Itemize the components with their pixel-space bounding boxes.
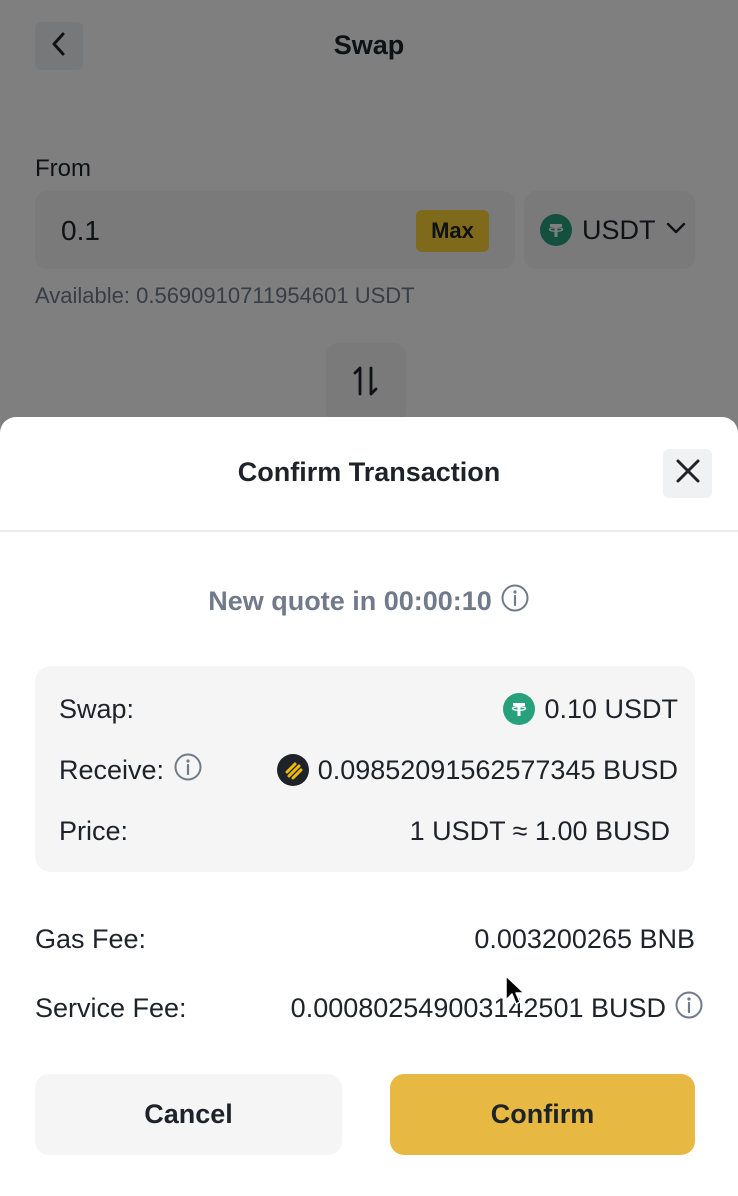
price-value: 1 USDT ≈ 1.00 BUSD [409,815,670,846]
mouse-cursor-icon [504,974,526,1011]
busd-icon [276,754,309,786]
confirm-button[interactable]: Confirm [390,1074,695,1155]
gas-fee-row: Gas Fee: 0.003200265 BNB [35,921,695,957]
divider [0,530,738,532]
info-icon[interactable] [500,583,530,620]
service-fee-label: Service Fee: [35,992,187,1023]
quote-timer: New quote in 00:00:10 [0,583,738,620]
sheet-title: Confirm Transaction [237,457,501,487]
swap-row: Swap: 0.10 USDT [59,691,678,727]
swap-label: Swap: [59,693,135,724]
price-label: Price: [59,815,129,846]
receive-label: Receive: [59,754,165,785]
cancel-button[interactable]: Cancel [35,1074,342,1155]
gas-fee-value: 0.003200265 BNB [474,923,695,954]
price-row: Price: 1 USDT ≈ 1.00 BUSD [59,813,670,849]
summary-card: Swap: 0.10 USDT Receive: 0.0985209156257… [35,666,695,872]
close-icon [675,458,701,489]
service-fee-value: 0.000802549003142501 BUSD [290,992,666,1023]
usdt-icon [503,693,536,725]
receive-row: Receive: 0.09852091562577345 BUSD [59,752,678,788]
receive-value: 0.09852091562577345 BUSD [317,754,678,785]
gas-fee-label: Gas Fee: [35,923,147,954]
info-icon[interactable] [173,752,203,789]
swap-value: 0.10 USDT [544,693,678,724]
info-icon[interactable] [674,990,704,1027]
close-button[interactable] [663,449,712,498]
confirm-transaction-sheet: Confirm Transaction New quote in 00:00:1… [0,417,738,1196]
quote-text: New quote in 00:00:10 [208,586,492,616]
service-fee-row: Service Fee: 0.000802549003142501 BUSD [35,990,704,1026]
